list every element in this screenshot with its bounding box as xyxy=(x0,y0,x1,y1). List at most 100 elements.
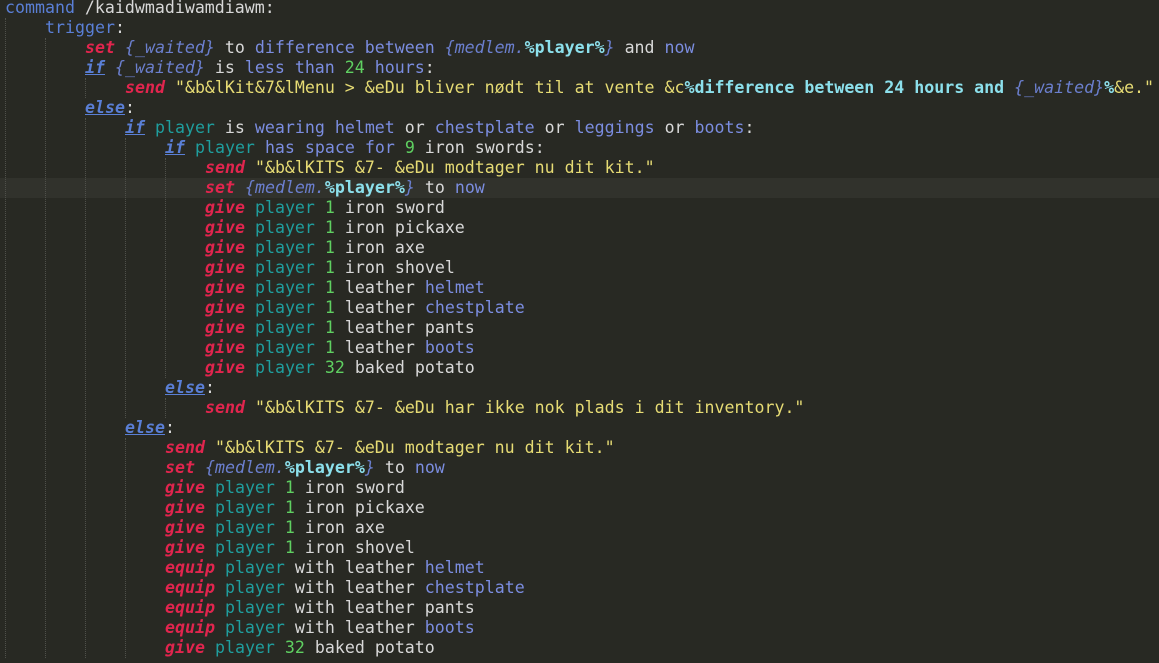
code-token: equip xyxy=(165,598,215,617)
code-line[interactable]: else: xyxy=(85,98,135,118)
code-token: player xyxy=(224,598,285,617)
code-editor[interactable]: command /kaidwmadiwamdiawm: trigger: set {… xyxy=(0,0,1159,663)
code-line[interactable]: trigger: xyxy=(45,18,125,38)
code-token: equip xyxy=(165,578,215,597)
code-token: 1 xyxy=(284,538,295,557)
code-token: helmet xyxy=(334,118,395,137)
code-line[interactable]: give player 1 iron axe xyxy=(205,238,425,258)
code-line[interactable]: if player has space for 9 iron swords: xyxy=(165,138,545,158)
code-token: "&b&lKITS &7- &eDu modtager nu dit kit." xyxy=(244,158,655,177)
code-token: : xyxy=(114,18,125,37)
code-token: give xyxy=(205,258,245,277)
code-token: give xyxy=(205,298,245,317)
code-token: 32 xyxy=(284,638,305,657)
code-token: to xyxy=(214,38,255,57)
code-line[interactable]: set {medlem.%player%} to now xyxy=(165,458,445,478)
code-token: else xyxy=(125,418,165,437)
code-line[interactable]: give player 1 iron sword xyxy=(165,478,405,498)
code-token: } xyxy=(404,178,415,197)
code-line[interactable]: if player is wearing helmet or chestplat… xyxy=(125,118,755,138)
indent-guide xyxy=(5,18,6,658)
code-token: now xyxy=(414,458,445,477)
code-line[interactable]: give player 1 iron pickaxe xyxy=(205,218,465,238)
code-line[interactable]: give player 1 iron pickaxe xyxy=(165,498,425,518)
code-token: baked potato xyxy=(344,358,475,377)
code-line[interactable]: send "&b&lKITS &7- &eDu modtager nu dit … xyxy=(205,158,655,178)
code-token: if xyxy=(165,138,185,157)
code-token: send xyxy=(205,398,245,417)
code-token: boots xyxy=(694,118,745,137)
code-token: } xyxy=(364,458,375,477)
code-line[interactable]: give player 1 leather chestplate xyxy=(205,298,525,318)
code-token: to xyxy=(414,178,455,197)
code-token: helmet xyxy=(424,558,485,577)
code-token: give xyxy=(165,498,205,517)
code-token: chestplate xyxy=(424,298,525,317)
code-token: %player% xyxy=(524,38,605,57)
code-token: "&b&lKITS &7- &eDu har ikke nok plads i … xyxy=(244,398,805,417)
code-line[interactable]: send "&b&lKITS &7- &eDu har ikke nok pla… xyxy=(205,398,804,418)
code-token: /kaidwmadiwamdiawm: xyxy=(74,0,275,17)
code-line[interactable]: give player 1 iron sword xyxy=(205,198,445,218)
code-token: {medlem. xyxy=(244,178,325,197)
code-line[interactable]: set {medlem.%player%} to now xyxy=(205,178,485,198)
code-token: player xyxy=(214,518,275,537)
code-line[interactable]: give player 1 iron axe xyxy=(165,518,385,538)
code-line[interactable]: if {_waited} is less than 24 hours: xyxy=(85,58,435,78)
code-token: is xyxy=(214,118,255,137)
code-line[interactable]: give player 32 baked potato xyxy=(205,358,475,378)
code-token: iron axe xyxy=(294,518,385,537)
code-token: chestplate xyxy=(424,578,525,597)
code-line[interactable]: else: xyxy=(125,418,175,438)
code-token: player xyxy=(214,478,275,497)
code-token: send xyxy=(125,78,165,97)
code-line[interactable]: give player 1 leather helmet xyxy=(205,278,485,298)
code-token: 1 xyxy=(324,278,335,297)
code-token: 32 xyxy=(324,358,345,377)
code-token: leather pants xyxy=(334,318,475,337)
code-token: player xyxy=(254,318,315,337)
code-line[interactable]: give player 1 leather pants xyxy=(205,318,475,338)
code-line[interactable]: command /kaidwmadiwamdiawm: xyxy=(5,0,275,18)
code-line[interactable]: set {_waited} to difference between {med… xyxy=(85,38,695,58)
code-token: 1 xyxy=(284,518,295,537)
code-line[interactable]: else: xyxy=(165,378,215,398)
code-line[interactable]: give player 1 iron shovel xyxy=(165,538,415,558)
code-token: give xyxy=(205,278,245,297)
code-token: iron sword xyxy=(294,478,405,497)
code-token: set xyxy=(205,178,235,197)
code-line[interactable]: send "&b&lKit&7&lMenu > &eDu bliver nødt… xyxy=(125,78,1154,98)
code-line[interactable]: give player 1 iron shovel xyxy=(205,258,455,278)
code-line[interactable]: equip player with leather pants xyxy=(165,598,475,618)
code-line[interactable]: equip player with leather boots xyxy=(165,618,475,638)
code-token: give xyxy=(165,478,205,497)
code-token: iron shovel xyxy=(334,258,455,277)
code-line[interactable]: give player 1 leather boots xyxy=(205,338,475,358)
code-line[interactable]: equip player with leather chestplate xyxy=(165,578,525,598)
code-token: "&b&lKit&7&lMenu > &eDu bliver nødt til … xyxy=(164,78,685,97)
code-line[interactable]: give player 32 baked potato xyxy=(165,638,435,658)
code-token: trigger xyxy=(45,18,115,37)
code-token: player xyxy=(254,338,315,357)
code-token: : xyxy=(124,98,135,117)
code-line[interactable]: equip player with leather helmet xyxy=(165,558,485,578)
code-token: give xyxy=(205,358,245,377)
code-line[interactable]: send "&b&lKITS &7- &eDu modtager nu dit … xyxy=(165,438,615,458)
code-token: chestplate xyxy=(434,118,535,137)
code-token: helmet xyxy=(424,278,485,297)
code-token: give xyxy=(205,238,245,257)
code-token: give xyxy=(205,218,245,237)
